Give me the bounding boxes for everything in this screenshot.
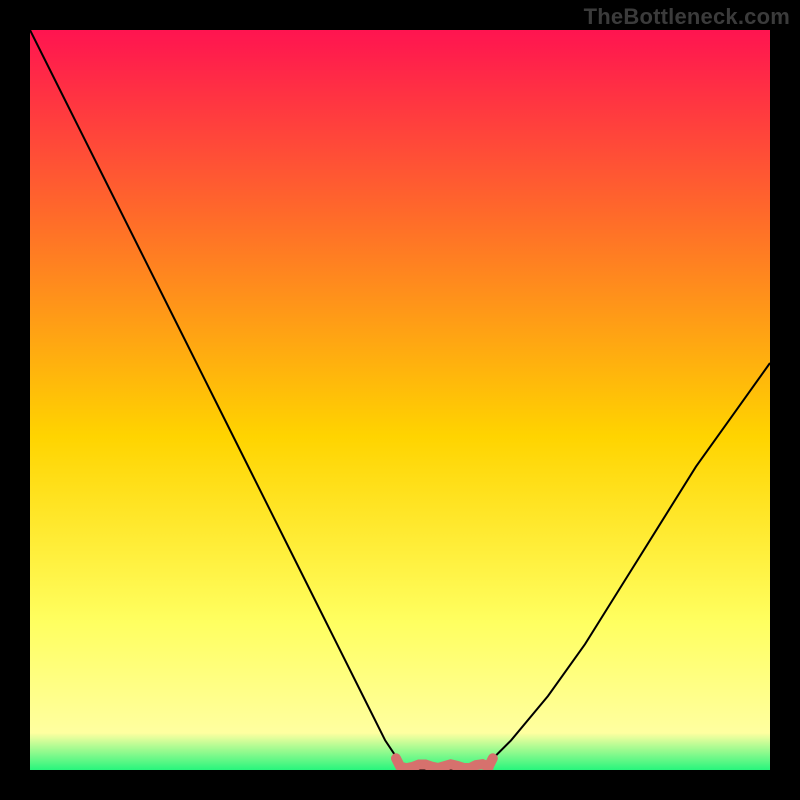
gradient-background xyxy=(30,30,770,770)
chart-frame: TheBottleneck.com xyxy=(0,0,800,800)
watermark-text: TheBottleneck.com xyxy=(584,4,790,30)
plot-area xyxy=(30,30,770,770)
chart-svg xyxy=(30,30,770,770)
